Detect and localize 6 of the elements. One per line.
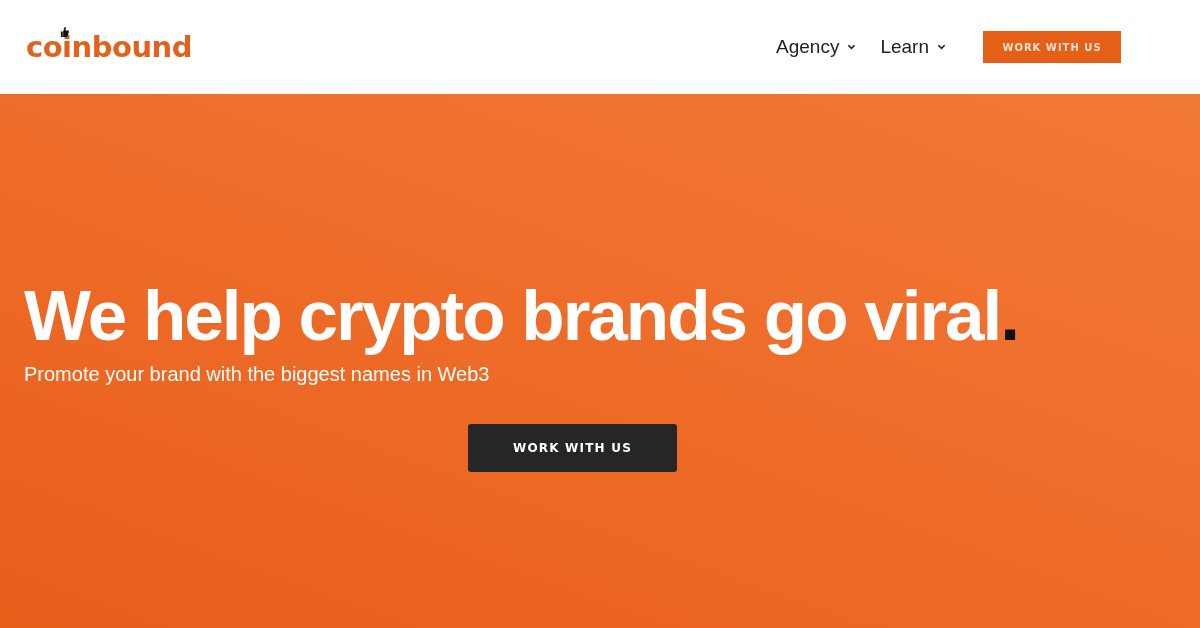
subtitle: Promote your brand with the biggest names in Web3 — [24, 363, 491, 386]
nav-link[interactable]: Learn — [880, 36, 946, 58]
thumbs-up-icon — [60, 26, 69, 37]
work-with-us-button[interactable]: WORK WITH US — [468, 424, 677, 472]
nav-link[interactable]: Agency — [776, 36, 857, 58]
logo[interactable]: coinbound — [26, 30, 192, 64]
